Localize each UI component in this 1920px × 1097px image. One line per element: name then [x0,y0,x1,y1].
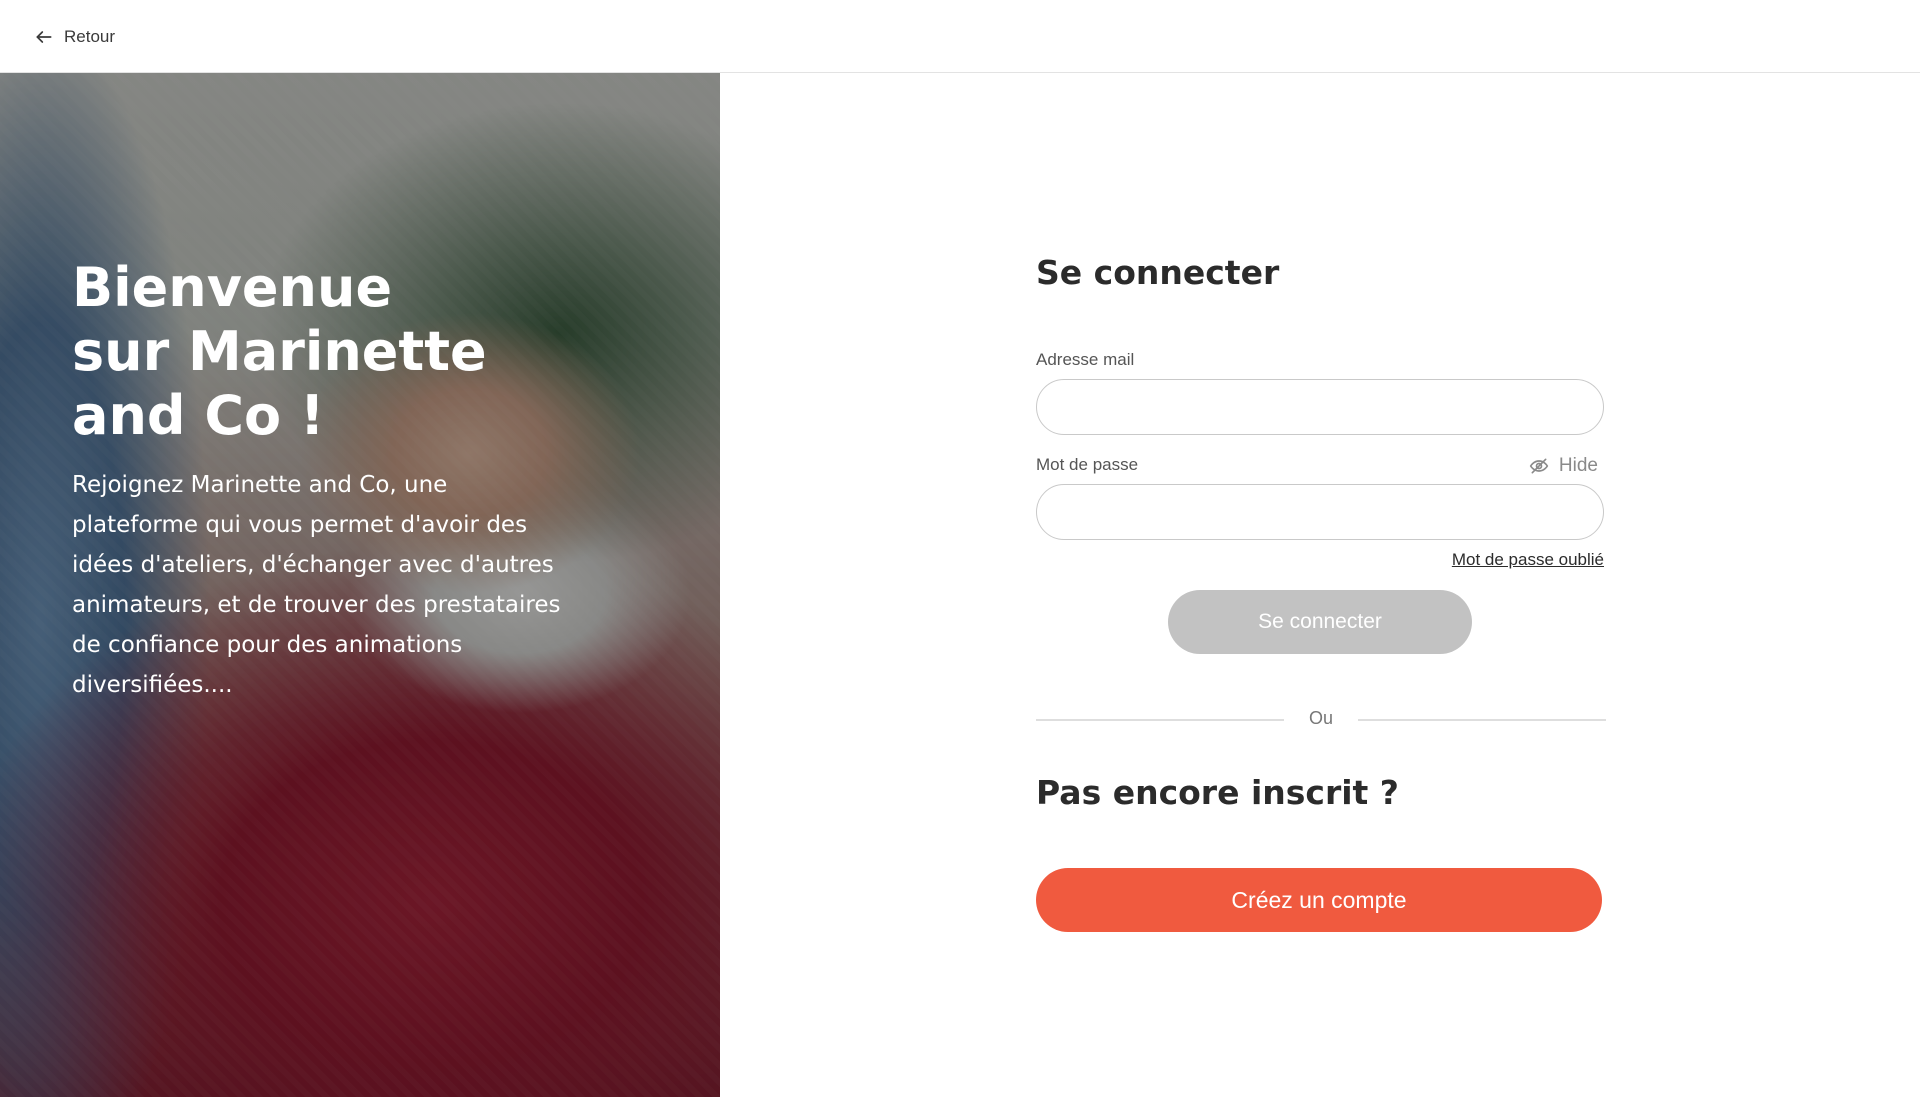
divider-line-left [1036,719,1284,721]
signup-title: Pas encore inscrit ? [1036,773,1399,812]
login-button[interactable]: Se connecter [1168,590,1472,654]
back-label: Retour [64,27,116,46]
email-label: Adresse mail [1036,350,1135,369]
password-field[interactable] [1036,484,1604,540]
hide-label: Hide [1558,455,1598,476]
email-field[interactable] [1036,379,1604,435]
hero-image: Bienvenue sur Marinette and Co ! Rejoign… [0,73,720,1097]
eye-slash-icon [1529,458,1549,474]
divider-line-right [1358,719,1606,721]
create-account-button[interactable]: Créez un compte [1036,868,1602,932]
top-bar: Retour [0,0,1920,73]
hero-description: Rejoignez Marinette and Co, une platefor… [72,472,561,698]
hero-title: Bienvenue sur Marinette and Co ! [72,256,487,447]
divider-label: Ou [1308,708,1333,728]
back-link[interactable]: Retour [34,25,115,49]
login-title: Se connecter [1036,253,1280,292]
login-panel: Se connecter Adresse mail Mot de passe H… [1036,73,1606,1097]
forgot-password-link[interactable]: Mot de passe oublié [1452,550,1604,570]
password-visibility-toggle[interactable]: Hide [1529,455,1598,477]
arrow-left-icon [36,31,52,43]
password-label: Mot de passe [1036,455,1139,474]
